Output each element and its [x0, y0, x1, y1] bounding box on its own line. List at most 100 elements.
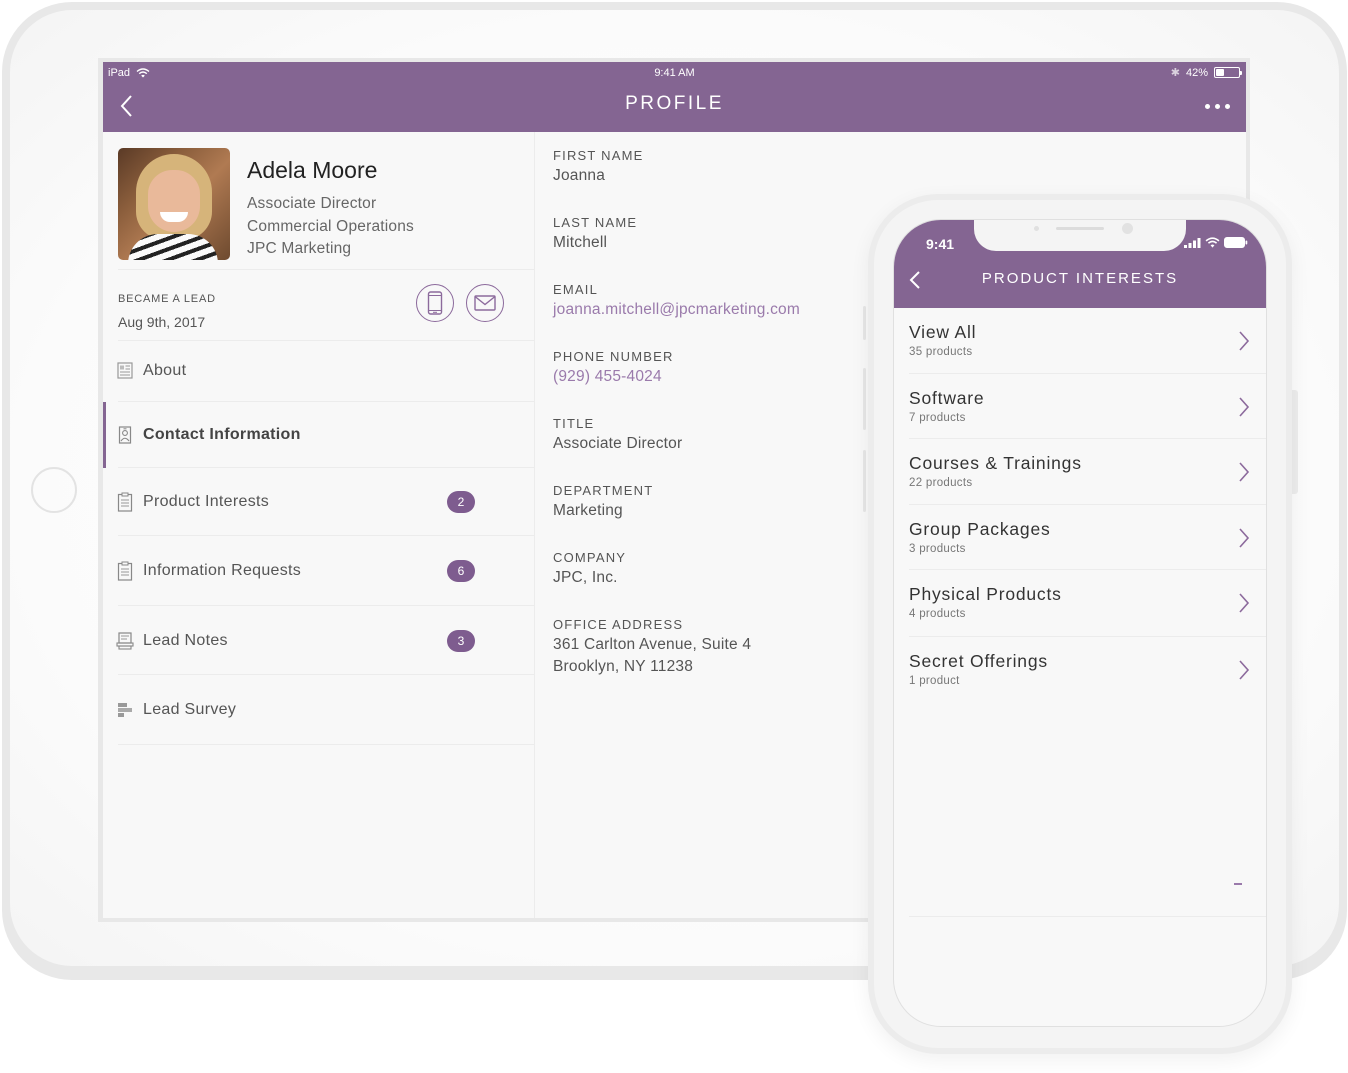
battery-icon [1214, 67, 1242, 78]
list-item-physical-products[interactable]: Physical Products 4 products [894, 570, 1266, 637]
bar-survey-icon [118, 703, 132, 717]
count-badge: 3 [447, 629, 475, 652]
menu-item-information-requests[interactable]: Information Requests 6 [103, 536, 534, 606]
menu-item-label: Information Requests [143, 562, 302, 579]
list-item-secret-offerings[interactable]: Secret Offerings 1 product [894, 637, 1266, 703]
list-item-group-packages[interactable]: Group Packages 3 products [894, 505, 1266, 570]
count-badge: 2 [447, 491, 475, 513]
field-value: Marketing [553, 502, 623, 519]
profile-header-bar: iPad 9:41 AM ✱ 42% PROFILE [103, 62, 1246, 132]
address-line-2: Brooklyn, NY 11238 [553, 658, 694, 675]
battery-percent: 42% [1185, 66, 1208, 79]
field-label: FIRST NAME [553, 148, 644, 163]
email-link[interactable]: joanna.mitchell@jpcmarketing.com [553, 299, 800, 321]
field-label: LAST NAME [553, 215, 638, 230]
minus-icon [1234, 883, 1242, 885]
call-button[interactable] [416, 284, 454, 322]
clipboard-checklist-icon [117, 561, 133, 581]
newspaper-icon [117, 362, 133, 379]
product-interest-list: View All 35 products Software 7 products… [894, 308, 1266, 703]
field-first-name: FIRST NAME Joanna [553, 148, 644, 187]
field-label: OFFICE ADDRESS [553, 617, 684, 632]
email-button[interactable] [466, 284, 504, 322]
battery-level-fill [1216, 69, 1225, 76]
battery-icon [1224, 237, 1248, 248]
chevron-right-icon [1239, 331, 1250, 351]
page-title: PROFILE [625, 93, 724, 114]
envelope-icon [474, 295, 496, 311]
signal-icon [1184, 237, 1201, 248]
field-value: Joanna [553, 167, 606, 184]
item-title: Secret Offerings [909, 651, 1048, 671]
item-title: Physical Products [909, 584, 1062, 604]
menu-item-contact-information[interactable]: Contact Information [103, 402, 534, 468]
chevron-right-icon [1239, 593, 1250, 613]
profile-company: JPC Marketing [247, 240, 352, 257]
divider [909, 916, 1266, 917]
menu-item-label: Contact Information [143, 426, 301, 443]
menu-item-label: Lead Survey [143, 701, 237, 718]
status-time: 9:41 [926, 236, 955, 252]
field-label: COMPANY [553, 550, 627, 565]
page-title: PRODUCT INTERESTS [981, 270, 1179, 287]
field-label: DEPARTMENT [553, 483, 654, 498]
avatar [118, 148, 230, 260]
bluetooth-icon: ✱ [1170, 67, 1180, 79]
field-label: TITLE [553, 416, 595, 431]
menu-item-label: Lead Notes [143, 631, 228, 649]
field-label: PHONE NUMBER [553, 349, 674, 364]
id-badge-icon [118, 426, 132, 444]
profile-department: Commercial Operations [247, 218, 415, 235]
scroll-indicator[interactable] [863, 450, 866, 512]
field-value: JPC, Inc. [553, 569, 618, 586]
ipad-status-bar: iPad 9:41 AM ✱ 42% [103, 62, 1246, 82]
chevron-right-icon [1239, 396, 1250, 417]
status-time: 9:41 AM [654, 67, 695, 79]
became-lead-date: Aug 9th, 2017 [118, 314, 206, 330]
menu-item-lead-notes[interactable]: Lead Notes 3 [103, 606, 534, 675]
list-item-courses-trainings[interactable]: Courses & Trainings 22 products [894, 439, 1266, 505]
scroll-indicator[interactable] [863, 368, 866, 430]
chevron-right-icon [1239, 527, 1250, 548]
field-value: Associate Director [553, 435, 683, 452]
more-options-icon[interactable] [1205, 104, 1230, 109]
item-title: View All [909, 322, 977, 342]
menu-item-label: About [143, 362, 187, 379]
menu-item-product-interests[interactable]: Product Interests 2 [103, 468, 534, 536]
scroll-indicator[interactable] [863, 306, 866, 340]
item-count: 22 products [909, 477, 973, 489]
clipboard-checklist-icon [117, 492, 133, 512]
item-title: Courses & Trainings [909, 453, 1082, 473]
field-value: Mitchell [553, 234, 608, 251]
list-item-view-all[interactable]: View All 35 products [894, 308, 1266, 374]
field-company: COMPANY JPC, Inc. [553, 550, 626, 589]
profile-sidebar: Adela Moore Associate Director Commercia… [103, 132, 535, 918]
field-last-name: LAST NAME Mitchell [553, 215, 637, 254]
item-count: 1 product [909, 675, 960, 687]
phone-link[interactable]: (929) 455-4024 [553, 366, 674, 388]
chevron-right-icon [1239, 462, 1250, 482]
iphone-device-frame: 9:41 PRODUCT INTERESTS View All 35 produ… [868, 194, 1292, 1054]
divider [118, 269, 534, 270]
notepad-icon [116, 631, 134, 650]
field-phone-number: PHONE NUMBER (929) 455-4024 [553, 349, 674, 388]
ipad-home-button[interactable] [31, 467, 77, 513]
mobile-phone-icon [427, 291, 443, 315]
menu-item-about[interactable]: About [103, 340, 534, 402]
menu-item-label: Product Interests [143, 493, 270, 510]
chevron-right-icon [1239, 660, 1250, 680]
field-email: EMAIL joanna.mitchell@jpcmarketing.com [553, 282, 800, 321]
became-lead-label: BECAME A LEAD [118, 293, 216, 305]
profile-title: Associate Director [247, 195, 377, 212]
menu-item-lead-survey[interactable]: Lead Survey [103, 675, 534, 745]
iphone-notch [974, 220, 1186, 251]
field-title: TITLE Associate Director [553, 416, 682, 455]
iphone-status-icons [1184, 237, 1248, 248]
item-count: 7 products [909, 411, 966, 424]
iphone-screen: 9:41 PRODUCT INTERESTS View All 35 produ… [893, 219, 1267, 1027]
profile-summary: Adela Moore Associate Director Commercia… [118, 148, 534, 260]
profile-name: Adela Moore [247, 157, 378, 183]
list-item-software[interactable]: Software 7 products [894, 374, 1266, 439]
item-title: Software [909, 387, 985, 408]
field-label: EMAIL [553, 282, 599, 297]
